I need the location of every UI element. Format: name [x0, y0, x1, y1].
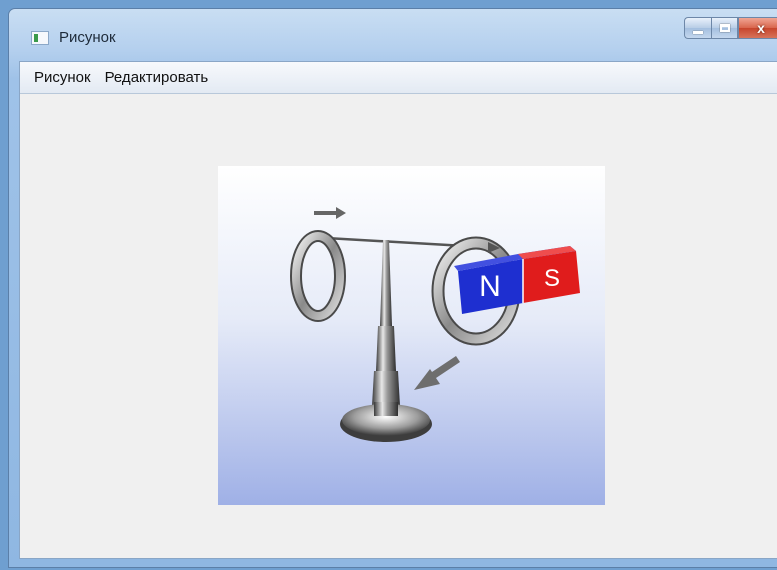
magnet-rings-illustration: N S [218, 166, 605, 505]
south-pole-label: S [544, 265, 560, 292]
close-button[interactable]: x [738, 17, 777, 39]
maximize-icon [719, 24, 730, 32]
app-window: Рисунок x Рисунок Редактировать N S [8, 8, 777, 568]
menu-bar: Рисунок Редактировать [20, 62, 777, 94]
caption-buttons: x [684, 17, 777, 41]
north-pole-label: N [479, 270, 501, 303]
menu-edit[interactable]: Редактировать [105, 69, 209, 86]
menu-picture[interactable]: Рисунок [34, 69, 91, 86]
client-area: Рисунок Редактировать N S [19, 61, 777, 559]
window-title: Рисунок [59, 29, 116, 46]
app-icon [31, 31, 49, 45]
title-bar[interactable]: Рисунок x [9, 9, 777, 61]
maximize-button[interactable] [711, 17, 738, 39]
picture-background [218, 166, 605, 505]
close-icon: x [757, 20, 765, 36]
minimize-button[interactable] [684, 17, 711, 39]
minimize-icon [693, 30, 703, 34]
